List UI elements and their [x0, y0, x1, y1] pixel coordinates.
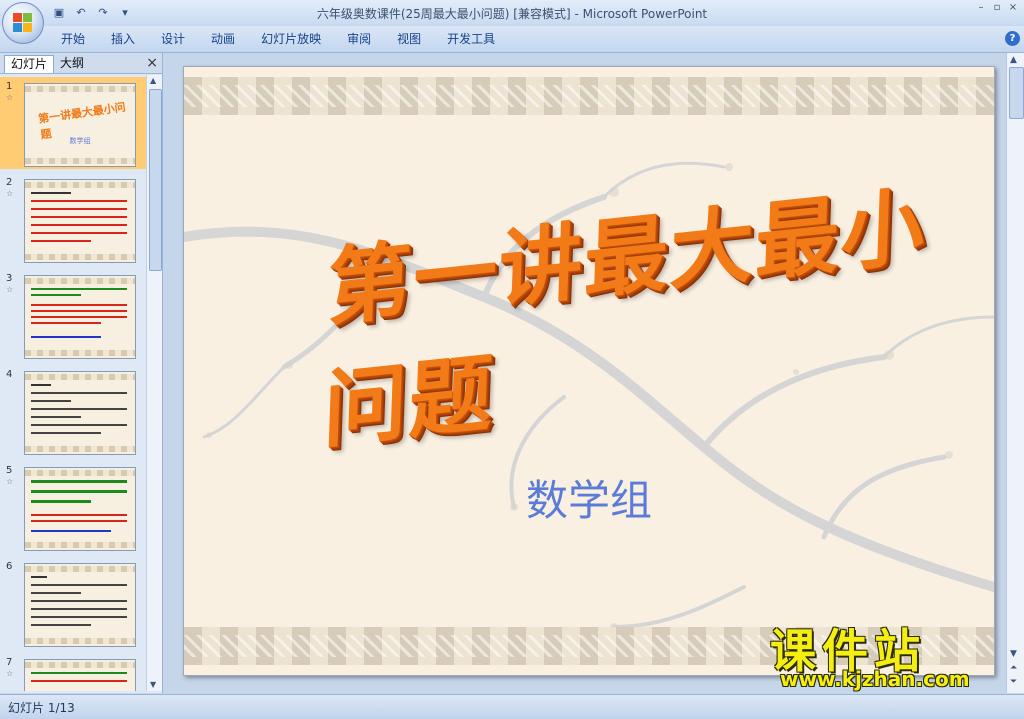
title-bar: ▣ ↶ ↷ ▾ 六年级奥数课件(25周最大最小问题) [兼容模式] - Micr… [0, 0, 1024, 26]
status-bar: 幻灯片 1/13 [0, 694, 1024, 719]
tab-view[interactable]: 视图 [384, 30, 434, 48]
pane-scrollbar[interactable]: ▲ ▼ [146, 75, 162, 691]
office-button[interactable] [2, 2, 44, 44]
scroll-down-icon[interactable]: ▼ [150, 680, 156, 689]
scroll-up-icon[interactable]: ▲ [1010, 55, 1017, 65]
restore-icon[interactable]: ▫ [990, 2, 1004, 14]
tab-outline[interactable]: 大纲 [54, 55, 90, 72]
help-icon[interactable]: ? [1005, 31, 1020, 46]
thumb-preview [24, 563, 136, 647]
watermark-url: www.kjzhan.com [780, 667, 970, 691]
slides-pane: 幻灯片 大纲 × 1 ☆ 第一讲最大最小问题 数学组 2 ☆ 3 ☆ 4 5 ☆… [0, 53, 163, 693]
thumb-preview [24, 467, 136, 551]
minimize-icon[interactable]: – [974, 2, 988, 14]
thumb-preview [24, 371, 136, 455]
slide-thumbnail-7[interactable]: 7 ☆ [0, 653, 146, 691]
animation-star-icon: ☆ [6, 669, 14, 678]
window-controls: – ▫ × [974, 2, 1020, 14]
thumb-number: 1 [6, 81, 13, 92]
pane-scroll-thumb[interactable] [149, 89, 162, 271]
slide-editor: 第一讲最大最小问题 数学组 [163, 53, 1006, 693]
pane-tabs: 幻灯片 大纲 × [0, 53, 162, 74]
slide-canvas[interactable]: 第一讲最大最小问题 数学组 [183, 66, 995, 676]
thumb-number: 2 [6, 177, 13, 188]
ribbon-tabs: 开始 插入 设计 动画 幻灯片放映 审阅 视图 开发工具 ? [0, 26, 1024, 53]
close-icon[interactable]: × [1006, 2, 1020, 14]
office-logo-icon [13, 13, 33, 33]
thumb-number: 7 [6, 657, 13, 668]
thumb-preview [24, 179, 136, 263]
animation-star-icon: ☆ [6, 477, 14, 486]
slide-thumbnail-4[interactable]: 4 [0, 365, 146, 457]
thumb-number: 4 [6, 369, 13, 380]
slide-thumbnail-1[interactable]: 1 ☆ 第一讲最大最小问题 数学组 [0, 77, 146, 169]
tab-slideshow[interactable]: 幻灯片放映 [248, 30, 334, 48]
slide-thumbnail-5[interactable]: 5 ☆ [0, 461, 146, 553]
next-slide-icon[interactable]: ⏷ [1010, 677, 1017, 687]
tab-design[interactable]: 设计 [148, 30, 198, 48]
scroll-up-icon[interactable]: ▲ [150, 76, 156, 85]
tab-animations[interactable]: 动画 [198, 30, 248, 48]
tab-developer[interactable]: 开发工具 [434, 30, 508, 48]
tab-slides[interactable]: 幻灯片 [4, 55, 55, 73]
thumb-preview [24, 275, 136, 359]
thumb-preview: 第一讲最大最小问题 数学组 [24, 83, 136, 167]
thumbnail-list: 1 ☆ 第一讲最大最小问题 数学组 2 ☆ 3 ☆ 4 5 ☆ 6 7 ☆ [0, 75, 146, 691]
animation-star-icon: ☆ [6, 189, 14, 198]
animation-star-icon: ☆ [6, 285, 14, 294]
tab-review[interactable]: 审阅 [334, 30, 384, 48]
thumb-number: 6 [6, 561, 13, 572]
thumb-subtitle: 数学组 [69, 137, 91, 145]
slide-thumbnail-3[interactable]: 3 ☆ [0, 269, 146, 361]
slide-thumbnail-6[interactable]: 6 [0, 557, 146, 649]
thumb-preview [24, 659, 136, 691]
editor-scroll-thumb[interactable] [1009, 67, 1024, 119]
window-title: 六年级奥数课件(25周最大最小问题) [兼容模式] - Microsoft Po… [316, 7, 708, 21]
animation-star-icon: ☆ [6, 93, 14, 102]
slide-thumbnail-2[interactable]: 2 ☆ [0, 173, 146, 265]
previous-slide-icon[interactable]: ⏶ [1010, 663, 1017, 673]
tab-insert[interactable]: 插入 [98, 30, 148, 48]
editor-scrollbar[interactable]: ▲ ▼ ⏶ ⏷ [1006, 53, 1024, 693]
slide-subtitle[interactable]: 数学组 [184, 467, 994, 528]
scroll-down-icon[interactable]: ▼ [1010, 649, 1017, 659]
thumb-number: 5 [6, 465, 13, 476]
slide-indicator: 幻灯片 1/13 [8, 701, 75, 715]
thumb-number: 3 [6, 273, 13, 284]
tab-home[interactable]: 开始 [48, 30, 98, 48]
pane-close-icon[interactable]: × [146, 55, 158, 71]
